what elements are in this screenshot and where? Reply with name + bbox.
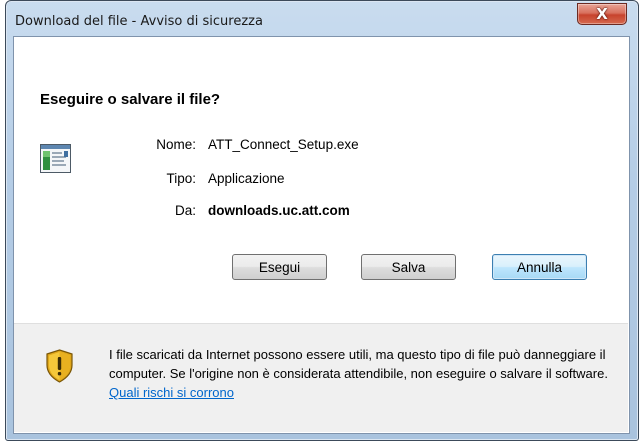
save-button[interactable]: Salva [361, 254, 456, 280]
name-value: ATT_Connect_Setup.exe [208, 137, 359, 152]
from-label: Da: [174, 203, 196, 218]
cancel-button[interactable]: Annulla [492, 254, 587, 280]
security-shield-icon [46, 349, 73, 383]
warning-text: I file scaricati da Internet possono ess… [109, 347, 608, 381]
close-icon: X [596, 4, 608, 23]
type-value: Applicazione [208, 171, 285, 186]
run-button[interactable]: Esegui [232, 254, 327, 280]
risks-link[interactable]: Quali rischi si corrono [109, 385, 234, 400]
warning-message: I file scaricati da Internet possono ess… [109, 345, 614, 402]
application-file-icon [40, 144, 71, 173]
type-label: Tipo: [166, 171, 196, 186]
name-label: Nome: [156, 137, 196, 152]
close-button[interactable]: X [577, 3, 627, 25]
window-title: Download del file - Avviso di sicurezza [15, 14, 263, 29]
dialog-heading: Eseguire o salvare il file? [40, 91, 221, 108]
from-value: downloads.uc.att.com [208, 203, 350, 218]
title-bar[interactable]: Download del file - Avviso di sicurezza … [6, 1, 638, 37]
